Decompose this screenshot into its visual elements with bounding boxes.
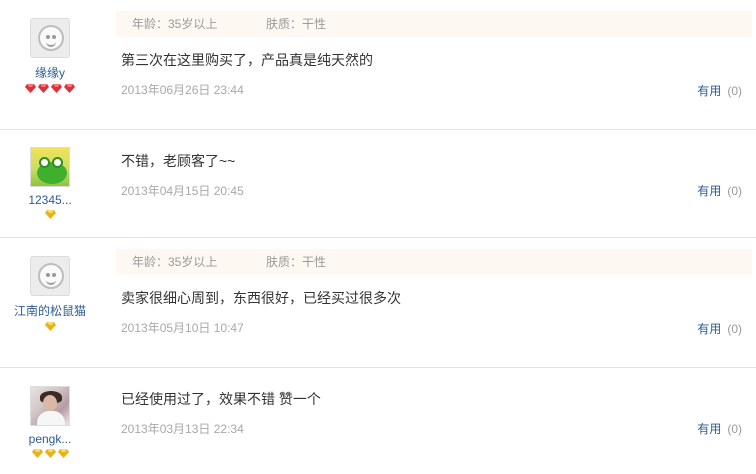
useful-count: (0) [727,84,742,98]
reviewer-info: 缘缘y [0,18,100,94]
red-diamond-icon [64,84,75,93]
review-content: 第三次在这里购买了，产品真是纯天然的 [121,52,373,68]
review-date: 2013年04月15日 20:45 [121,184,244,198]
useful-label[interactable]: 有用 [697,322,721,336]
useful-count: (0) [727,422,742,436]
review-item: pengk... 已经使用过了，效果不错 赞一个 2013年03月13日 22:… [0,368,756,474]
red-diamond-icon [51,84,62,93]
useful-count: (0) [727,184,742,198]
skin-type-label: 肤质：干性 [266,255,327,269]
red-diamond-icon [38,84,49,93]
skin-type-label: 肤质：干性 [266,17,327,31]
username-link[interactable]: 江南的松鼠猫 [0,302,100,319]
useful-button[interactable]: 有用 (0) [697,420,742,437]
default-avatar-icon[interactable] [30,18,70,58]
useful-button[interactable]: 有用 (0) [697,182,742,199]
frog-avatar-icon[interactable] [30,147,70,187]
review-item: 12345... 不错，老顾客了~~ 2013年04月15日 20:45 有用 (… [0,130,756,238]
reviewer-info: 12345... [0,147,100,220]
reviewer-profile-bar: 年龄：35岁以上 肤质：干性 [116,11,752,37]
useful-button[interactable]: 有用 (0) [697,320,742,337]
useful-count: (0) [727,322,742,336]
reviewer-info: 江南的松鼠猫 [0,256,100,332]
review-content: 不错，老顾客了~~ [121,153,236,169]
reviewer-profile-bar: 年龄：35岁以上 肤质：干性 [116,249,752,275]
reviewer-info: pengk... [0,386,100,459]
rank-badge [0,84,100,94]
rank-badge [0,322,100,332]
review-item: 江南的松鼠猫 年龄：35岁以上 肤质：干性 卖家很细心周到，东西很好，已经买过很… [0,238,756,368]
yellow-diamond-icon [57,449,69,458]
age-label: 年龄：35岁以上 [132,17,218,31]
yellow-diamond-icon [44,449,56,458]
username-link[interactable]: 缘缘y [0,64,100,81]
age-label: 年龄：35岁以上 [132,255,218,269]
red-diamond-icon [25,84,36,93]
yellow-diamond-icon [44,210,56,219]
default-avatar-icon[interactable] [30,256,70,296]
useful-label[interactable]: 有用 [697,184,721,198]
photo-avatar-icon[interactable] [30,386,70,426]
review-content: 已经使用过了，效果不错 赞一个 [121,391,321,407]
yellow-diamond-icon [31,449,43,458]
review-date: 2013年03月13日 22:34 [121,422,244,436]
useful-label[interactable]: 有用 [697,84,721,98]
username-link[interactable]: 12345... [0,193,100,207]
review-date: 2013年05月10日 10:47 [121,321,244,335]
review-item: 缘缘y 年龄：35岁以上 肤质：干性 第三次在这里购买了，产品真是纯天然的 20… [0,0,756,130]
rank-badge [0,449,100,459]
yellow-diamond-icon [44,322,56,331]
review-content: 卖家很细心周到，东西很好，已经买过很多次 [121,290,401,306]
review-date: 2013年06月26日 23:44 [121,83,244,97]
username-link[interactable]: pengk... [0,432,100,446]
useful-label[interactable]: 有用 [697,422,721,436]
rank-badge [0,210,100,220]
useful-button[interactable]: 有用 (0) [697,82,742,99]
